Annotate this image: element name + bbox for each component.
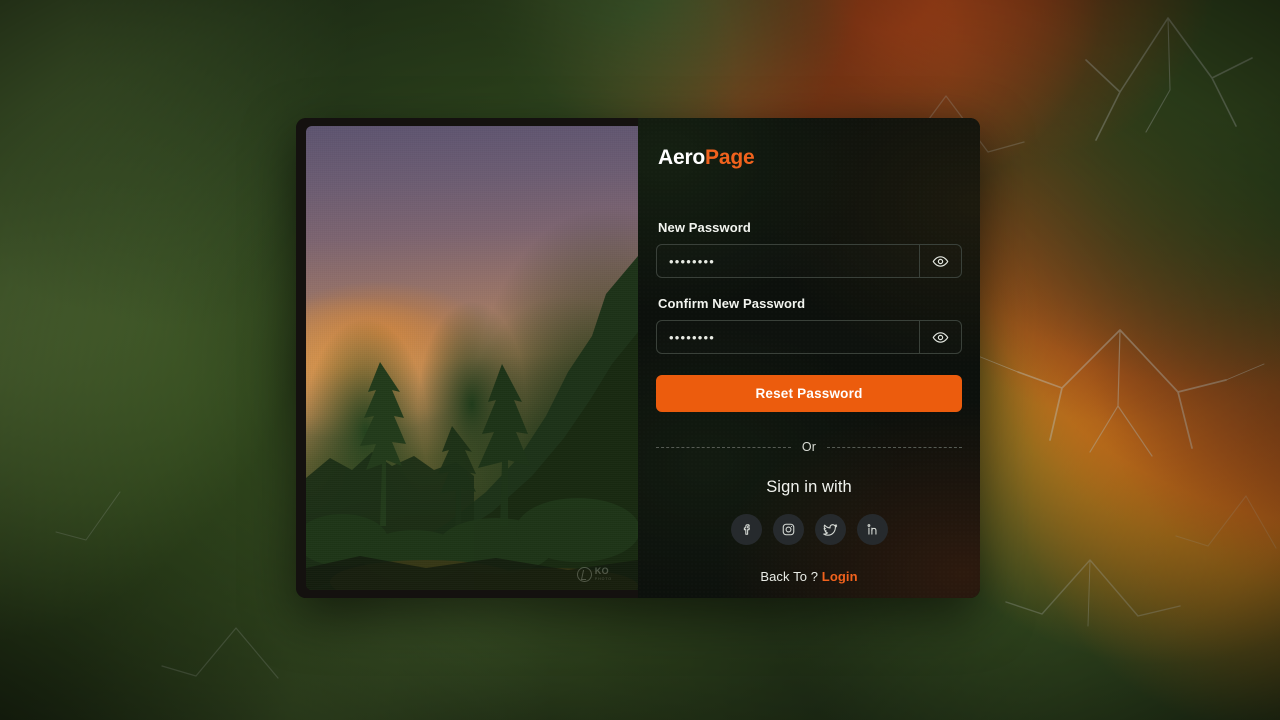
confirm-password-label: Confirm New Password: [658, 296, 806, 311]
confirm-password-field-group: Confirm New Password: [656, 296, 962, 354]
photo-grain: [306, 126, 638, 590]
reset-password-card: KO PHOTO AeroPage New Password •••••••• …: [296, 118, 980, 598]
twitter-icon: [822, 522, 838, 538]
divider-label: Or: [801, 440, 817, 454]
watermark-ring-icon: [576, 567, 592, 582]
instagram-icon: [781, 522, 796, 537]
login-link[interactable]: Login: [822, 569, 858, 584]
new-password-input-wrap[interactable]: [656, 244, 962, 278]
watermark-sub-text: PHOTO: [594, 576, 612, 581]
social-login-linkedin[interactable]: [856, 514, 888, 545]
card-form-panel: AeroPage New Password •••••••• Confirm N…: [638, 118, 980, 598]
new-password-input[interactable]: [657, 245, 919, 277]
social-signin-title: Sign in with: [766, 478, 852, 496]
confirm-password-input[interactable]: [657, 321, 919, 353]
logo-text-primary: Aero: [658, 146, 706, 169]
new-password-label: New Password: [658, 220, 751, 235]
social-login-facebook[interactable]: [730, 514, 762, 545]
divider-line-left: [656, 446, 791, 448]
linkedin-icon: [865, 522, 880, 537]
reset-password-button[interactable]: Reset Password: [656, 375, 962, 412]
divider-line-right: [827, 446, 963, 448]
photo-watermark: KO PHOTO: [576, 566, 612, 582]
eye-icon: [932, 329, 949, 346]
back-to-login-row: Back To ? Login: [656, 569, 962, 584]
watermark-main-text: KO: [594, 566, 610, 577]
new-password-visibility-toggle[interactable]: [919, 245, 961, 277]
confirm-password-input-wrap[interactable]: [656, 320, 962, 354]
back-to-login-text: Back To ?: [760, 569, 819, 584]
confirm-password-visibility-toggle[interactable]: [919, 321, 961, 353]
social-buttons-row: [656, 514, 962, 545]
app-logo: AeroPage: [658, 146, 962, 170]
eye-icon: [932, 253, 949, 270]
or-divider: Or: [656, 440, 963, 454]
sunset-forest-image: KO PHOTO: [306, 126, 638, 590]
logo-text-accent: Page: [705, 146, 755, 169]
social-login-twitter[interactable]: [814, 514, 846, 545]
facebook-icon: [739, 522, 754, 537]
card-photo-panel: KO PHOTO: [296, 118, 638, 598]
social-login-instagram[interactable]: [772, 514, 804, 545]
new-password-field-group: New Password: [656, 220, 962, 278]
